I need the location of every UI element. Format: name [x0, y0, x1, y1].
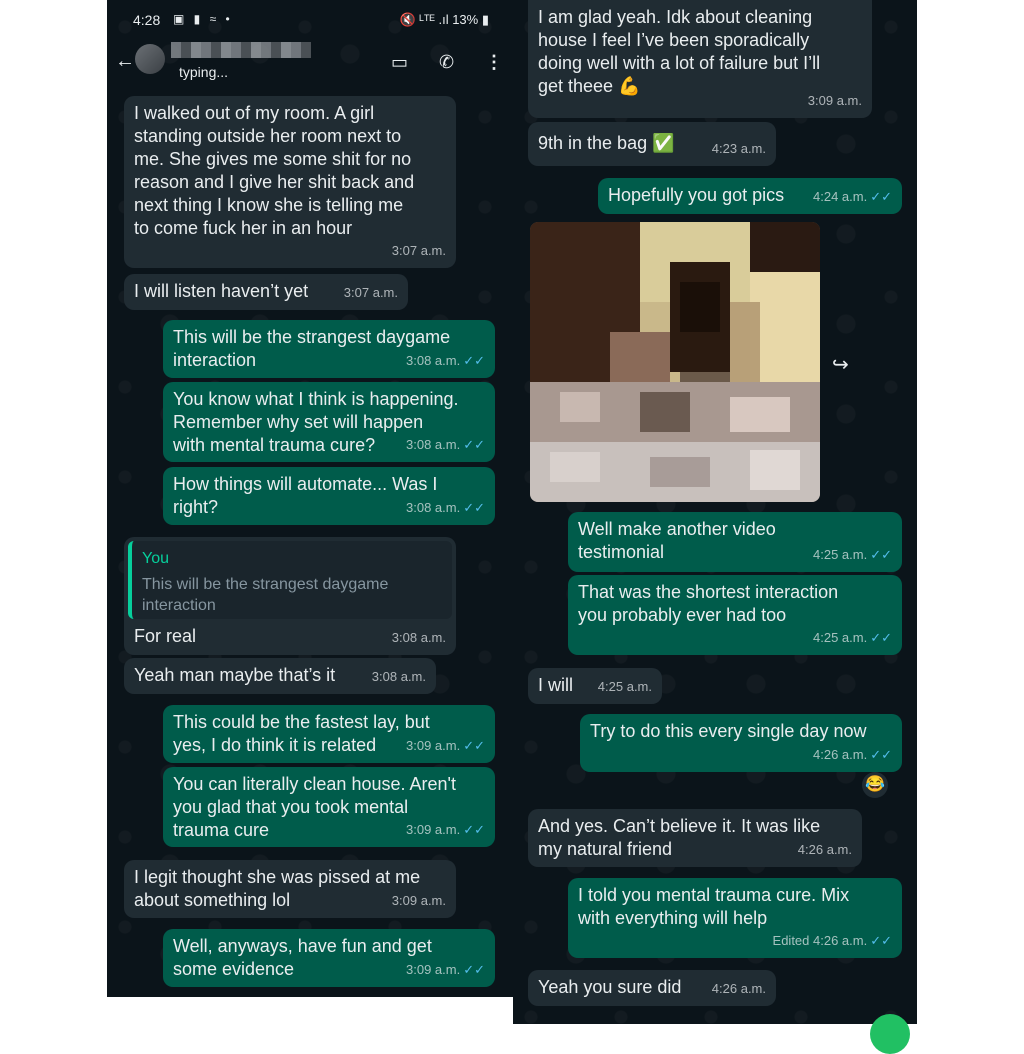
- status-time: 4:28: [133, 12, 161, 28]
- message-time: 3:09 a.m. ✓✓: [406, 822, 485, 837]
- message-time: 4:26 a.m. ✓✓: [813, 747, 892, 762]
- read-ticks-icon: ✓✓: [463, 738, 485, 753]
- video-call-icon[interactable]: ▭: [391, 52, 408, 73]
- message-bubble[interactable]: I legit thought she was pissed at me abo…: [124, 860, 456, 918]
- message-time: 4:24 a.m. ✓✓: [813, 189, 892, 204]
- right-chat-screenshot: I am glad yeah. Idk about cleaning house…: [513, 0, 917, 1024]
- message-bubble[interactable]: Well, anyways, have fun and get some evi…: [163, 929, 495, 987]
- back-arrow-icon[interactable]: ←: [115, 50, 135, 73]
- message-bubble[interactable]: I walked out of my room. A girl standing…: [124, 96, 456, 268]
- message-time: 4:26 a.m.: [711, 981, 766, 996]
- message-bubble[interactable]: 9th in the bag ✅ 4:23 a.m.: [528, 122, 776, 166]
- message-text: I walked out of my room. A girl standing…: [134, 103, 415, 238]
- flexed-biceps-emoji: 💪: [618, 76, 641, 96]
- message-bubble[interactable]: You can literally clean house. Aren't yo…: [163, 767, 495, 847]
- read-ticks-icon: ✓✓: [870, 189, 892, 204]
- message-time: 3:08 a.m.: [371, 669, 426, 684]
- status-notification-icons: ▣ ▮ ≈ •: [173, 12, 233, 26]
- message-bubble[interactable]: That was the shortest interaction you pr…: [568, 575, 902, 655]
- menu-icon[interactable]: ⋮: [485, 52, 503, 73]
- message-time: 3:08 a.m. ✓✓: [406, 353, 485, 368]
- message-time: 3:07 a.m.: [391, 243, 446, 258]
- message-time: 4:23 a.m.: [711, 141, 766, 156]
- avatar[interactable]: [135, 44, 165, 74]
- left-chat-screenshot: 4:28 ▣ ▮ ≈ • 🔇 ᴸᵀᴱ .ıl 13% ▮ ← typing...…: [107, 0, 513, 997]
- message-bubble[interactable]: This will be the strangest daygame inter…: [163, 320, 495, 378]
- check-mark-emoji: ✅: [652, 133, 675, 153]
- forward-icon[interactable]: ↪: [832, 352, 849, 377]
- typing-indicator: typing...: [179, 64, 229, 80]
- message-bubble[interactable]: I told you mental trauma cure. Mix with …: [568, 878, 902, 958]
- message-bubble[interactable]: Well make another video testimonial 4:25…: [568, 512, 902, 572]
- message-time: Edited 4:26 a.m. ✓✓: [772, 933, 892, 948]
- message-bubble[interactable]: Hopefully you got pics 4:24 a.m. ✓✓: [598, 178, 902, 214]
- quote-text: This will be the strangest daygame inter…: [142, 576, 389, 614]
- message-time: 4:25 a.m. ✓✓: [813, 547, 892, 562]
- message-bubble[interactable]: I will 4:25 a.m.: [528, 668, 662, 704]
- pixelated-image: [530, 222, 820, 502]
- message-time: 3:09 a.m. ✓✓: [406, 738, 485, 753]
- message-bubble[interactable]: Yeah you sure did 4:26 a.m.: [528, 970, 776, 1006]
- message-text: Try to do this every single day now: [590, 721, 867, 741]
- message-text: That was the shortest interaction you pr…: [578, 582, 839, 625]
- message-time: 3:08 a.m.: [391, 630, 446, 645]
- message-time: 3:08 a.m. ✓✓: [406, 437, 485, 452]
- voice-call-icon[interactable]: ✆: [439, 52, 454, 73]
- message-bubble[interactable]: This could be the fastest lay, but yes, …: [163, 705, 495, 763]
- read-ticks-icon: ✓✓: [463, 500, 485, 515]
- quote-author: You: [142, 550, 169, 567]
- read-ticks-icon: ✓✓: [463, 437, 485, 452]
- status-bar: 4:28 ▣ ▮ ≈ • 🔇 ᴸᵀᴱ .ıl 13% ▮: [107, 0, 513, 40]
- reply-message-bubble[interactable]: You This will be the strangest daygame i…: [124, 537, 456, 655]
- read-ticks-icon: ✓✓: [870, 933, 892, 948]
- contact-name-redacted[interactable]: [171, 42, 311, 58]
- message-bubble[interactable]: Yeah man maybe that’s it 3:08 a.m.: [124, 658, 436, 694]
- scroll-down-button[interactable]: [870, 1014, 910, 1054]
- status-system-icons: 🔇 ᴸᵀᴱ .ıl 13% ▮: [399, 12, 489, 27]
- message-bubble[interactable]: How things will automate... Was I right?…: [163, 467, 495, 525]
- quoted-message[interactable]: You This will be the strangest daygame i…: [128, 541, 452, 619]
- message-time: 3:07 a.m.: [343, 285, 398, 300]
- message-text: I am glad yeah. Idk about cleaning house…: [538, 7, 821, 96]
- message-bubble[interactable]: And yes. Can’t believe it. It was like m…: [528, 809, 862, 867]
- message-bubble[interactable]: I will listen haven’t yet 3:07 a.m.: [124, 274, 408, 310]
- read-ticks-icon: ✓✓: [463, 962, 485, 977]
- message-time: 3:09 a.m. ✓✓: [406, 962, 485, 977]
- message-text: I told you mental trauma cure. Mix with …: [578, 885, 850, 928]
- read-ticks-icon: ✓✓: [463, 353, 485, 368]
- read-ticks-icon: ✓✓: [870, 630, 892, 645]
- message-time: 4:25 a.m.: [597, 679, 652, 694]
- message-bubble[interactable]: Try to do this every single day now 4:26…: [580, 714, 902, 772]
- pixelated-photo-message[interactable]: [530, 222, 820, 502]
- message-time: 3:09 a.m.: [807, 93, 862, 108]
- laughing-reaction-icon[interactable]: 😂: [862, 772, 888, 798]
- message-bubble[interactable]: You know what I think is happening. Reme…: [163, 382, 495, 462]
- message-time: 3:08 a.m. ✓✓: [406, 500, 485, 515]
- message-bubble[interactable]: I am glad yeah. Idk about cleaning house…: [528, 0, 872, 118]
- read-ticks-icon: ✓✓: [870, 747, 892, 762]
- message-time: 4:25 a.m. ✓✓: [813, 630, 892, 645]
- chat-header: ← typing... ▭ ✆ ⋮: [107, 38, 513, 88]
- message-time: 4:26 a.m.: [797, 842, 852, 857]
- message-time: 3:09 a.m.: [391, 893, 446, 908]
- message-text: For real: [134, 626, 197, 646]
- read-ticks-icon: ✓✓: [463, 822, 485, 837]
- read-ticks-icon: ✓✓: [870, 547, 892, 562]
